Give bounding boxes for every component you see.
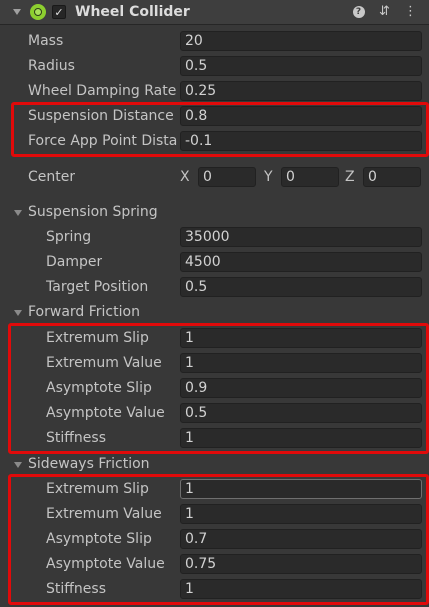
sf-extremum-slip-label: Extremum Slip bbox=[46, 481, 149, 497]
ff-stiffness-field[interactable]: 1 bbox=[180, 428, 422, 448]
component-header[interactable]: ✓ Wheel Collider ? ⇵ ⋮ bbox=[0, 0, 429, 25]
sf-extremum-value-row: Extremum Value 1 bbox=[0, 503, 429, 528]
ff-extremum-slip-field[interactable]: 1 bbox=[180, 328, 422, 348]
suspension-spring-title: Suspension Spring bbox=[28, 204, 158, 220]
sideways-friction-foldout[interactable]: Sideways Friction bbox=[0, 455, 429, 477]
mass-label: Mass bbox=[28, 33, 64, 49]
ff-asymptote-slip-label: Asymptote Slip bbox=[46, 380, 152, 396]
sf-extremum-slip-row: Extremum Slip 1 bbox=[0, 478, 429, 503]
ff-extremum-value-label: Extremum Value bbox=[46, 355, 162, 371]
enabled-checkbox[interactable]: ✓ bbox=[52, 5, 66, 19]
center-x-label: X bbox=[180, 169, 190, 185]
target-position-row: Target Position 0.5 bbox=[0, 276, 429, 301]
wheel-collider-icon bbox=[30, 4, 46, 20]
suspension-distance-label: Suspension Distance bbox=[28, 108, 174, 124]
sideways-friction-title: Sideways Friction bbox=[28, 456, 150, 472]
component-title: Wheel Collider bbox=[75, 4, 190, 20]
radius-label: Radius bbox=[28, 58, 75, 74]
ff-extremum-slip-row: Extremum Slip 1 bbox=[0, 327, 429, 352]
sf-asymptote-slip-label: Asymptote Slip bbox=[46, 531, 152, 547]
ff-asymptote-value-row: Asymptote Value 0.5 bbox=[0, 402, 429, 427]
mass-row: Mass 20 bbox=[0, 30, 429, 55]
center-y-field[interactable]: 0 bbox=[281, 167, 339, 187]
sf-stiffness-field[interactable]: 1 bbox=[180, 579, 422, 599]
wheel-damping-field[interactable]: 0.25 bbox=[180, 81, 422, 101]
sf-asymptote-value-row: Asymptote Value 0.75 bbox=[0, 553, 429, 578]
spring-row: Spring 35000 bbox=[0, 226, 429, 251]
ff-extremum-value-field[interactable]: 1 bbox=[180, 353, 422, 373]
sf-asymptote-slip-field[interactable]: 0.7 bbox=[180, 529, 422, 549]
sf-stiffness-label: Stiffness bbox=[46, 581, 106, 597]
ff-asymptote-value-label: Asymptote Value bbox=[46, 405, 165, 421]
center-z-label: Z bbox=[345, 169, 355, 185]
ff-asymptote-slip-row: Asymptote Slip 0.9 bbox=[0, 377, 429, 402]
radius-row: Radius 0.5 bbox=[0, 55, 429, 80]
suspension-distance-field[interactable]: 0.8 bbox=[180, 106, 422, 126]
help-icon-glyph: ? bbox=[352, 5, 365, 18]
force-app-label: Force App Point Distance bbox=[28, 133, 178, 149]
force-app-row: Force App Point Distance -0.1 bbox=[0, 130, 429, 155]
wheel-damping-label: Wheel Damping Rate bbox=[28, 83, 177, 99]
sf-asymptote-value-label: Asymptote Value bbox=[46, 556, 165, 572]
sf-extremum-value-field[interactable]: 1 bbox=[180, 504, 422, 524]
ff-asymptote-slip-field[interactable]: 0.9 bbox=[180, 378, 422, 398]
chevron-down-icon bbox=[13, 461, 23, 471]
force-app-field[interactable]: -0.1 bbox=[180, 131, 422, 151]
forward-friction-title: Forward Friction bbox=[28, 304, 140, 320]
sf-asymptote-value-field[interactable]: 0.75 bbox=[180, 554, 422, 574]
center-x-field[interactable]: 0 bbox=[198, 167, 256, 187]
ff-extremum-value-row: Extremum Value 1 bbox=[0, 352, 429, 377]
damper-row: Damper 4500 bbox=[0, 251, 429, 276]
spring-field[interactable]: 35000 bbox=[180, 227, 422, 247]
ff-stiffness-row: Stiffness 1 bbox=[0, 427, 429, 452]
center-row: Center X 0 Y 0 Z 0 bbox=[0, 166, 429, 191]
more-menu-icon[interactable]: ⋮ bbox=[404, 3, 417, 20]
ff-extremum-slip-label: Extremum Slip bbox=[46, 330, 149, 346]
foldout-arrow-icon[interactable] bbox=[12, 7, 22, 17]
radius-field[interactable]: 0.5 bbox=[180, 56, 422, 76]
center-z-field[interactable]: 0 bbox=[363, 167, 421, 187]
target-position-field[interactable]: 0.5 bbox=[180, 277, 422, 297]
help-icon[interactable]: ? bbox=[352, 3, 365, 20]
ff-asymptote-value-field[interactable]: 0.5 bbox=[180, 403, 422, 423]
center-y-label: Y bbox=[264, 169, 273, 185]
ff-stiffness-label: Stiffness bbox=[46, 430, 106, 446]
wheel-damping-row: Wheel Damping Rate 0.25 bbox=[0, 80, 429, 105]
sf-extremum-value-label: Extremum Value bbox=[46, 506, 162, 522]
chevron-down-icon bbox=[13, 209, 23, 219]
preset-icon[interactable]: ⇵ bbox=[378, 3, 391, 20]
chevron-down-icon bbox=[13, 309, 23, 319]
mass-field[interactable]: 20 bbox=[180, 31, 422, 51]
sf-asymptote-slip-row: Asymptote Slip 0.7 bbox=[0, 528, 429, 553]
damper-field[interactable]: 4500 bbox=[180, 252, 422, 272]
suspension-spring-foldout[interactable]: Suspension Spring bbox=[0, 203, 429, 225]
sf-stiffness-row: Stiffness 1 bbox=[0, 578, 429, 603]
sf-extremum-slip-field[interactable]: 1 bbox=[180, 479, 422, 499]
forward-friction-foldout[interactable]: Forward Friction bbox=[0, 303, 429, 325]
damper-label: Damper bbox=[46, 254, 103, 270]
center-label: Center bbox=[28, 169, 76, 185]
target-position-label: Target Position bbox=[46, 279, 149, 295]
suspension-distance-row: Suspension Distance 0.8 bbox=[0, 105, 429, 130]
spring-label: Spring bbox=[46, 229, 92, 245]
